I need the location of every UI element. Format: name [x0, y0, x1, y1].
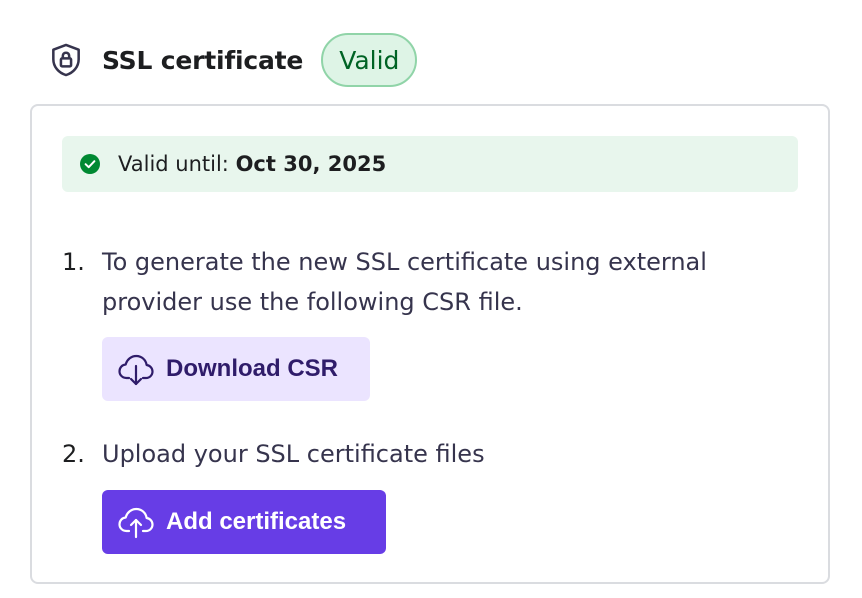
- add-certificates-label: Add certificates: [166, 508, 347, 535]
- download-csr-label: Download CSR: [166, 355, 338, 382]
- cloud-download-icon: [116, 348, 158, 390]
- ssl-header: SSL certificate Valid: [46, 32, 418, 88]
- valid-until-banner: Valid until: Oct 30, 2025: [62, 136, 798, 192]
- page-title: SSL certificate: [102, 45, 304, 75]
- step-body: Upload your SSL certificate files Add ce…: [102, 434, 792, 554]
- download-csr-button[interactable]: Download CSR: [102, 337, 370, 401]
- step-generate-csr: 1. To generate the new SSL certificate u…: [62, 242, 792, 401]
- step-number: 1.: [62, 248, 85, 276]
- valid-until-text: Valid until: Oct 30, 2025: [118, 152, 386, 176]
- valid-until-label: Valid until:: [118, 152, 229, 176]
- step-text: To generate the new SSL certificate usin…: [102, 248, 707, 316]
- cloud-upload-icon: [116, 501, 158, 543]
- valid-until-date: Oct 30, 2025: [235, 152, 387, 176]
- check-circle-icon: [80, 154, 100, 174]
- step-number: 2.: [62, 440, 85, 468]
- status-badge: Valid: [321, 33, 418, 87]
- ssl-card: Valid until: Oct 30, 2025 1. To generate…: [30, 104, 830, 584]
- shield-lock-icon: [46, 40, 86, 80]
- step-text: Upload your SSL certificate files: [102, 440, 485, 468]
- step-body: To generate the new SSL certificate usin…: [102, 242, 792, 401]
- add-certificates-button[interactable]: Add certificates: [102, 490, 386, 554]
- step-upload-certificates: 2. Upload your SSL certificate files Add…: [62, 434, 792, 554]
